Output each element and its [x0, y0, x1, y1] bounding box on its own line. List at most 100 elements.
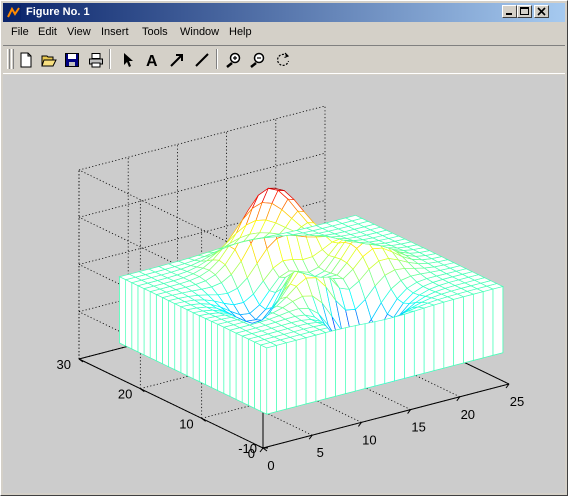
- x-tick-label: 25: [510, 394, 524, 409]
- save-button[interactable]: [62, 50, 82, 70]
- mesh-curtain-front: [305, 334, 317, 405]
- mesh-curtain-front: [155, 294, 163, 365]
- mesh-curtain-front: [482, 288, 494, 359]
- menu-tools[interactable]: Tools: [142, 26, 168, 38]
- mesh-curtain-front: [472, 291, 484, 361]
- x-tick: [259, 447, 264, 453]
- title-bar[interactable]: Figure No. 1: [3, 3, 565, 22]
- insert-text-glyph: A: [146, 53, 158, 68]
- minimize-icon: [506, 13, 512, 15]
- open-file-button[interactable]: [39, 50, 59, 70]
- toolbar-separator: [109, 49, 111, 69]
- maximize-button[interactable]: [517, 5, 532, 18]
- mesh-curtain-front: [315, 332, 327, 402]
- toolbar-separator-2: [216, 49, 218, 69]
- menu-help[interactable]: Help: [229, 26, 252, 38]
- mesh-curtain-front: [374, 319, 386, 387]
- x-tick-label: 15: [411, 420, 425, 435]
- zoom-in-button[interactable]: [224, 50, 244, 70]
- mesh-curtain-front: [266, 344, 277, 415]
- menu-window[interactable]: Window: [180, 26, 219, 38]
- matlab-logo-icon: [6, 5, 21, 20]
- insert-line-button[interactable]: [192, 50, 212, 70]
- rotate-3d-button[interactable]: [273, 50, 293, 70]
- mesh-curtain-front: [174, 303, 182, 374]
- close-icon: [537, 7, 546, 16]
- mesh-curtain-front: [384, 316, 395, 384]
- mesh-curtain-front: [345, 325, 356, 395]
- mesh-curtain-front: [335, 327, 346, 397]
- zoom-out-icon: [250, 52, 265, 68]
- grid-line: [78, 105, 326, 171]
- mesh-curtain-front: [295, 337, 307, 407]
- y-tick-label: 0: [248, 446, 255, 461]
- mesh-curtain-front: [223, 326, 231, 397]
- mesh-curtain-front: [205, 317, 212, 388]
- print-button[interactable]: [86, 50, 106, 70]
- y-tick-label: 10: [179, 416, 193, 431]
- mesh-curtain-front: [433, 301, 445, 372]
- mesh-curtain-front: [276, 342, 287, 413]
- mesh-curtain-front: [254, 341, 261, 412]
- toolbar-grip-2[interactable]: [11, 49, 14, 69]
- x-tick-label: 5: [317, 445, 324, 460]
- insert-arrow-button[interactable]: [167, 50, 187, 70]
- mesh-curtain-front: [162, 297, 169, 368]
- menu-bar: File Edit View Insert Tools Window Help: [3, 23, 565, 42]
- window-title: Figure No. 1: [26, 6, 90, 18]
- mesh-curtain-front: [463, 293, 474, 364]
- mesh-curtain-front: [125, 279, 133, 350]
- mesh-curtain-front: [217, 323, 225, 394]
- figure-window: Figure No. 1 File Edit View Insert Tools…: [0, 0, 568, 496]
- mesh-curtain-front: [260, 344, 268, 415]
- menu-insert[interactable]: Insert: [101, 26, 129, 38]
- select-arrow-icon: [124, 53, 133, 67]
- mesh-curtain-front: [394, 313, 405, 382]
- insert-line-icon: [195, 53, 209, 67]
- minimize-button[interactable]: [502, 5, 517, 18]
- insert-text-icon: A: [146, 53, 158, 68]
- figure-canvas[interactable]: 1050-5-1005101520253020100: [3, 75, 565, 493]
- rotate-3d-icon: [277, 52, 290, 66]
- mesh-plot[interactable]: 1050-5-1005101520253020100: [3, 75, 565, 493]
- mesh-curtain-front: [404, 310, 415, 379]
- x-tick-label: 20: [461, 407, 475, 422]
- toolbar-grip[interactable]: [7, 49, 10, 69]
- y-tick-label: 30: [57, 357, 71, 372]
- mesh-curtain-front: [286, 339, 297, 410]
- mesh-curtain-front: [119, 276, 126, 347]
- menu-edit[interactable]: Edit: [38, 26, 57, 38]
- mesh-curtain-front: [423, 304, 435, 374]
- zoom-out-button[interactable]: [248, 50, 268, 70]
- mesh-curtain-front: [325, 329, 336, 400]
- y-tick-label: 20: [118, 387, 132, 402]
- x-tick-label: 0: [267, 458, 274, 473]
- insert-arrow-icon: [170, 54, 183, 67]
- maximize-icon: [520, 7, 529, 15]
- menu-view[interactable]: View: [67, 26, 91, 38]
- save-icon: [65, 53, 79, 67]
- mesh-curtain-front: [229, 329, 237, 400]
- new-figure-icon: [20, 52, 32, 68]
- mesh-curtain-front: [143, 288, 151, 359]
- mesh-curtain-front: [453, 296, 464, 366]
- mesh-curtain-front: [211, 320, 218, 391]
- mesh-curtain-front: [137, 285, 145, 356]
- mesh-curtain-front: [364, 321, 376, 389]
- mesh-curtain-front: [198, 315, 206, 386]
- mesh-curtain-front: [131, 282, 139, 353]
- mesh-curtain-front: [247, 338, 255, 409]
- select-arrow-button[interactable]: [117, 50, 137, 70]
- mesh-curtain-front: [192, 312, 200, 383]
- mesh-curtain-front: [180, 306, 188, 377]
- zoom-in-icon: [226, 52, 241, 68]
- mesh-curtain-front: [492, 286, 504, 356]
- new-figure-button[interactable]: [16, 50, 36, 70]
- mesh-curtain-front: [235, 332, 243, 403]
- mesh-curtain-front: [168, 300, 176, 371]
- menu-file[interactable]: File: [11, 26, 29, 38]
- x-tick-label: 10: [362, 432, 376, 447]
- figure-toolbar: A: [3, 45, 565, 74]
- insert-text-button[interactable]: A: [142, 50, 162, 70]
- close-button[interactable]: [534, 5, 549, 18]
